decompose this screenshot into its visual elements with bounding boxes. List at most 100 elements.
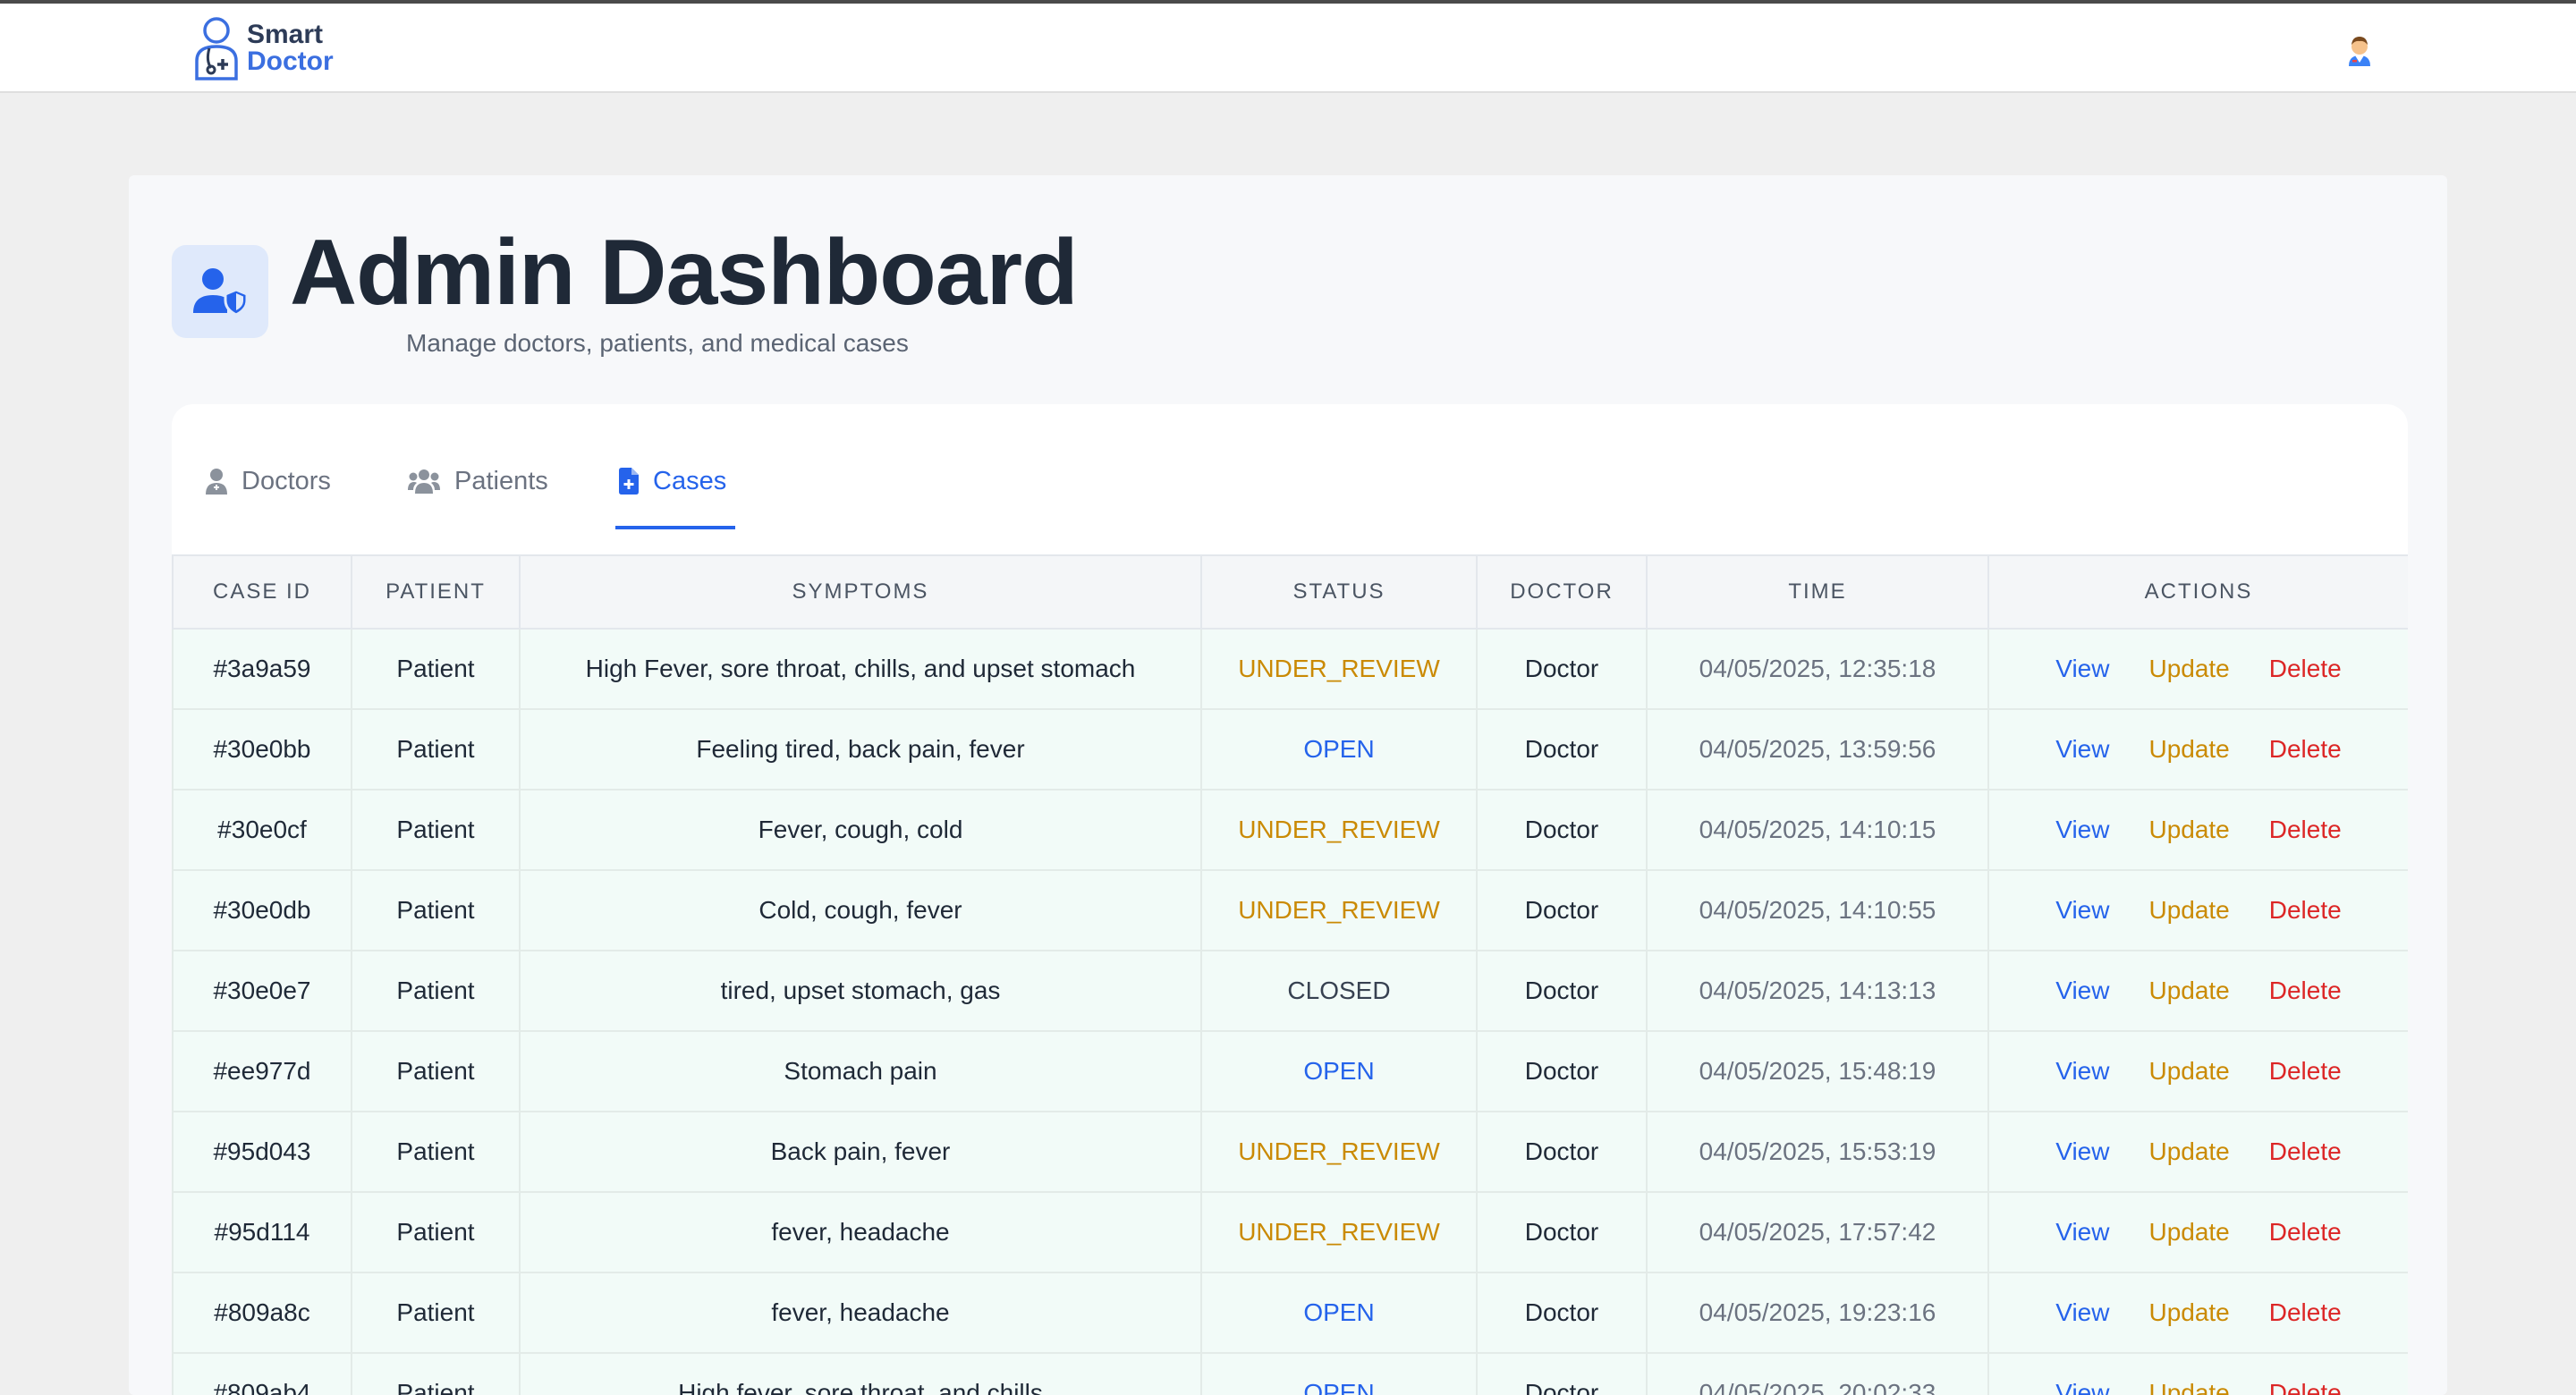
update-button[interactable]: Update xyxy=(2148,1218,2229,1247)
table-row: #3a9a59 Patient High Fever, sore throat, c… xyxy=(172,628,2408,710)
status-cell: OPEN xyxy=(1200,1352,1478,1395)
view-button[interactable]: View xyxy=(2055,816,2109,844)
view-button[interactable]: View xyxy=(2055,1057,2109,1086)
update-button[interactable]: Update xyxy=(2148,735,2229,764)
status-cell: UNDER_REVIEW xyxy=(1200,1191,1478,1273)
doctor-cell: Doctor xyxy=(1476,1352,1648,1395)
actions-cell: View Update Delete xyxy=(1987,1191,2408,1273)
case-id-cell: #3a9a59 xyxy=(172,628,352,710)
delete-button[interactable]: Delete xyxy=(2269,1298,2342,1327)
actions-cell: View Update Delete xyxy=(1987,789,2408,871)
column-header-actions: ACTIONS xyxy=(1987,554,2408,630)
view-button[interactable]: View xyxy=(2055,896,2109,925)
symptoms-cell: Fever, cough, cold xyxy=(519,789,1202,871)
table-row: #30e0bb Patient Feeling tired, back pain, … xyxy=(172,708,2408,790)
table-row: #95d043 Patient Back pain, fever UNDER_REVI… xyxy=(172,1111,2408,1193)
time-cell: 04/05/2025, 14:13:13 xyxy=(1646,950,1989,1032)
actions-cell: View Update Delete xyxy=(1987,1272,2408,1354)
delete-button[interactable]: Delete xyxy=(2269,976,2342,1005)
update-button[interactable]: Update xyxy=(2148,1137,2229,1166)
actions-cell: View Update Delete xyxy=(1987,1030,2408,1112)
doctor-cell: Doctor xyxy=(1476,950,1648,1032)
symptoms-cell: Back pain, fever xyxy=(519,1111,1202,1193)
delete-button[interactable]: Delete xyxy=(2269,655,2342,683)
patient-cell: Patient xyxy=(351,1030,521,1112)
file-medical-icon xyxy=(619,468,639,495)
update-button[interactable]: Update xyxy=(2148,1379,2229,1395)
update-button[interactable]: Update xyxy=(2148,1298,2229,1327)
column-header-status: STATUS xyxy=(1200,554,1478,630)
delete-button[interactable]: Delete xyxy=(2269,1379,2342,1395)
case-id-cell: #30e0cf xyxy=(172,789,352,871)
symptoms-cell: fever, headache xyxy=(519,1272,1202,1354)
time-cell: 04/05/2025, 20:02:33 xyxy=(1646,1352,1989,1395)
delete-button[interactable]: Delete xyxy=(2269,896,2342,925)
delete-button[interactable]: Delete xyxy=(2269,1137,2342,1166)
status-cell: CLOSED xyxy=(1200,950,1478,1032)
brand-line-2: Doctor xyxy=(247,46,334,76)
update-button[interactable]: Update xyxy=(2148,976,2229,1005)
update-button[interactable]: Update xyxy=(2148,816,2229,844)
patient-cell: Patient xyxy=(351,1352,521,1395)
delete-button[interactable]: Delete xyxy=(2269,816,2342,844)
tab-cases[interactable]: Cases xyxy=(619,460,726,503)
view-button[interactable]: View xyxy=(2055,655,2109,683)
view-button[interactable]: View xyxy=(2055,1218,2109,1247)
time-cell: 04/05/2025, 14:10:55 xyxy=(1646,869,1989,951)
patient-cell: Patient xyxy=(351,950,521,1032)
doctor-cell: Doctor xyxy=(1476,1191,1648,1273)
tab-patients[interactable]: Patients xyxy=(408,460,548,503)
case-id-cell: #ee977d xyxy=(172,1030,352,1112)
view-button[interactable]: View xyxy=(2055,1137,2109,1166)
doctor-cell: Doctor xyxy=(1476,869,1648,951)
patient-cell: Patient xyxy=(351,1111,521,1193)
tab-label: Patients xyxy=(454,466,548,495)
cases-table: CASE ID PATIENT SYMPTOMS STATUS DOCTOR T… xyxy=(172,554,2408,1395)
page-subtitle: Manage doctors, patients, and medical ca… xyxy=(406,329,909,357)
delete-button[interactable]: Delete xyxy=(2269,1218,2342,1247)
brand-logo[interactable]: Smart Doctor xyxy=(190,14,334,82)
table-body: #3a9a59 Patient High Fever, sore throat, c… xyxy=(172,628,2408,1395)
users-icon xyxy=(408,469,440,494)
delete-button[interactable]: Delete xyxy=(2269,1057,2342,1086)
table-row: #809a8c Patient fever, headache OPEN Doctor 0… xyxy=(172,1272,2408,1354)
symptoms-cell: Feeling tired, back pain, fever xyxy=(519,708,1202,790)
table-header-row: CASE ID PATIENT SYMPTOMS STATUS DOCTOR T… xyxy=(172,554,2408,630)
patient-cell: Patient xyxy=(351,789,521,871)
table-row: #809ab4 Patient High fever, sore throat, a… xyxy=(172,1352,2408,1395)
admin-badge xyxy=(172,245,268,338)
update-button[interactable]: Update xyxy=(2148,896,2229,925)
doctor-cell: Doctor xyxy=(1476,1272,1648,1354)
view-button[interactable]: View xyxy=(2055,735,2109,764)
case-id-cell: #809ab4 xyxy=(172,1352,352,1395)
table-row: #30e0cf Patient Fever, cough, cold UNDER_RE… xyxy=(172,789,2408,871)
user-shield-icon xyxy=(193,268,249,317)
brand-name: Smart Doctor xyxy=(247,21,334,75)
delete-button[interactable]: Delete xyxy=(2269,735,2342,764)
actions-cell: View Update Delete xyxy=(1987,1111,2408,1193)
time-cell: 04/05/2025, 13:59:56 xyxy=(1646,708,1989,790)
tab-doctors[interactable]: Doctors xyxy=(206,460,331,503)
brand-line-1: Smart xyxy=(247,20,324,49)
status-cell: UNDER_REVIEW xyxy=(1200,1111,1478,1193)
update-button[interactable]: Update xyxy=(2148,655,2229,683)
view-button[interactable]: View xyxy=(2055,1298,2109,1327)
view-button[interactable]: View xyxy=(2055,1379,2109,1395)
table-row: #30e0e7 Patient tired, upset stomach, gas C… xyxy=(172,950,2408,1032)
view-button[interactable]: View xyxy=(2055,976,2109,1005)
column-header-symptoms: SYMPTOMS xyxy=(519,554,1202,630)
status-cell: UNDER_REVIEW xyxy=(1200,869,1478,951)
patient-cell: Patient xyxy=(351,1191,521,1273)
status-cell: OPEN xyxy=(1200,708,1478,790)
symptoms-cell: fever, headache xyxy=(519,1191,1202,1273)
doctor-cell: Doctor xyxy=(1476,1111,1648,1193)
status-cell: OPEN xyxy=(1200,1272,1478,1354)
update-button[interactable]: Update xyxy=(2148,1057,2229,1086)
patient-cell: Patient xyxy=(351,869,521,951)
actions-cell: View Update Delete xyxy=(1987,628,2408,710)
user-avatar-icon[interactable] xyxy=(2340,30,2379,70)
column-header-patient: PATIENT xyxy=(351,554,521,630)
time-cell: 04/05/2025, 14:10:15 xyxy=(1646,789,1989,871)
time-cell: 04/05/2025, 12:35:18 xyxy=(1646,628,1989,710)
active-tab-indicator xyxy=(615,526,735,529)
